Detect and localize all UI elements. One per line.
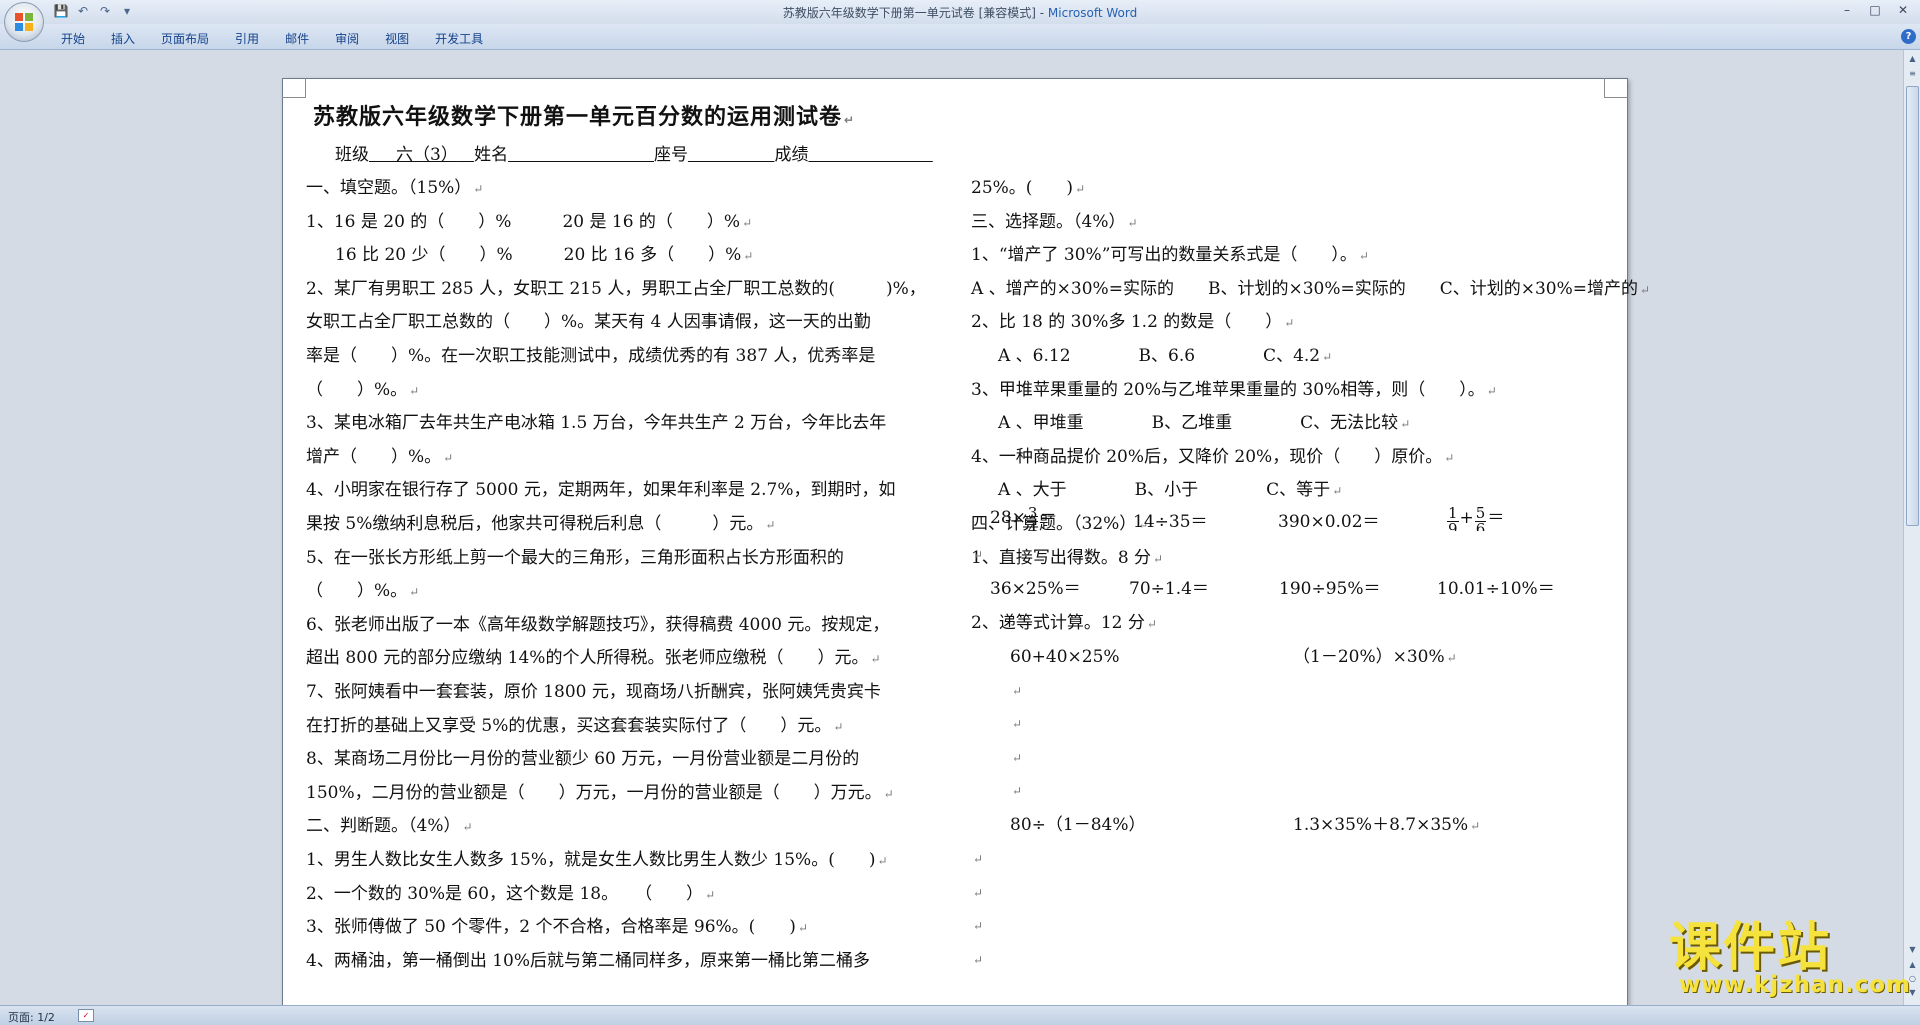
section-step-calc-title: 2、递等式计算。12 分 ↵ [971,613,1157,633]
tab-insert[interactable]: 插入 [98,28,148,48]
doc-title: 苏教版六年级数学下册第一单元百分数的运用测试卷 ↵ [313,105,856,130]
ribbon-tab-bar: 开始 插入 页面布局 引用 邮件 审阅 视图 开发工具 ? [0,24,1920,50]
ruler-toggle-icon[interactable]: ≡ [1906,67,1919,80]
help-icon[interactable]: ? [1901,29,1916,44]
calc-row-1: 28× 3 4 ＝ [990,504,1057,532]
watermark-logo: 课件站 www.kjzhan.com [1665,918,1910,1000]
office-logo-icon [15,13,33,31]
watermark-url: www.kjzhan.com [1679,972,1911,998]
right-text-line: 3、甲堆苹果重量的 20%与乙堆苹果重量的 30%相等，则（ ）。 ↵ [971,379,1497,400]
step-calc-4: 1.3×35%＋8.7×35% ↵ [1293,815,1481,835]
left-text-line: 1、男生人数比女生人数多 15%，就是女生人数比男生人数少 15%。( ) ↵ [306,850,888,870]
calc-item-2: 14÷35＝ [1133,512,1208,532]
paragraph-mark: ↵ [973,886,984,900]
crop-mark [1604,78,1628,98]
step-calc-2: （1－20%）×30% ↵ [1293,647,1457,667]
calc-row-2-item-4: 10.01÷10%＝ [1437,579,1555,599]
scroll-up-icon[interactable]: ▲ [1906,52,1919,65]
right-text-line: A 、甲堆重 B、乙堆重 C、无法比较 ↵ [998,413,1411,434]
left-text-line: 5、在一张长方形纸上剪一个最大的三角形，三角形面积占长方形面积的 [306,547,844,568]
left-text-line: 16 比 20 少（ ）% 20 比 16 多（ ）% ↵ [335,245,754,266]
left-text-line: 果按 5%缴纳利息税后，他家共可得税后利息（ ）元。 ↵ [306,514,776,534]
tab-page-layout[interactable]: 页面布局 [148,28,222,48]
left-text-line: 2、某厂有男职工 285 人，女职工 215 人，男职工占全厂职工总数的( )%… [306,278,926,299]
tab-review[interactable]: 审阅 [322,28,372,48]
calc-row-2-item-3: 190÷95%＝ [1279,579,1381,599]
right-text-line: A 、增产的×30%=实际的 B、计划的×30%=实际的 C、计划的×30%=增… [971,278,1651,299]
calc-item-1: 28× 3 4 ＝ [990,504,1057,532]
maximize-button[interactable]: □ [1864,2,1886,18]
close-button[interactable]: ✕ [1892,2,1914,18]
left-text-line: 3、某电冰箱厂去年共生产电冰箱 1.5 万台，今年共生产 2 万台，今年比去年 [306,413,887,434]
page-count[interactable]: 页面: 1/2 [8,1009,55,1025]
paragraph-mark: ↵ [1012,751,1023,765]
ribbon-tabs: 开始 插入 页面布局 引用 邮件 审阅 视图 开发工具 [48,28,496,48]
crop-mark [282,78,306,98]
left-text-line: 率是（ ）%。在一次职工技能测试中，成绩优秀的有 387 人，优秀率是 [306,346,876,366]
paragraph-mark: ↵ [973,852,984,866]
scroll-thumb[interactable] [1906,86,1919,526]
scroll-down-icon[interactable]: ▼ [1906,943,1919,956]
right-text-line: 三、选择题。（4%） ↵ [971,211,1138,232]
window-title: 苏教版六年级数学下册第一单元试卷 [兼容模式] - Microsoft Word [0,4,1920,21]
left-text-line: 4、两桶油，第一桶倒出 10%后就与第二桶同样多，原来第一桶比第二桶多 [306,950,871,971]
calc-item-3: 390×0.02＝ [1278,512,1380,532]
right-text-line: 25%。( ) ↵ [971,178,1086,198]
left-text-line: 150%，二月份的营业额是（ ）万元，一月份的营业额是（ ）万元。 ↵ [306,782,894,803]
left-text-line: 8、某商场二月份比一月份的营业额少 60 万元，一月份营业额是二月份的 [306,749,860,770]
vertical-scrollbar[interactable]: ▲ ≡ ▼ ▲ ○ ▼ [1903,50,1920,1005]
calc-row-2-item-2: 70÷1.4＝ [1129,579,1209,599]
minimize-button[interactable]: – [1836,2,1858,18]
left-text-line: 女职工占全厂职工总数的（ ）%。某天有 4 人因事请假，这一天的出勤 [306,312,871,333]
paragraph-mark: ↵ [1012,684,1023,698]
right-text-line: 2、比 18 的 30%多 1.2 的数是（ ） ↵ [971,312,1295,333]
app-name: Microsoft Word [1047,6,1138,20]
left-text-line: 6、张老师出版了一本《高年级数学解题技巧》，获得稿费 4000 元。按规定， [306,614,890,635]
prev-page-icon[interactable]: ▲ [1906,958,1919,971]
tab-view[interactable]: 视图 [372,28,422,48]
title-bar: 💾 ↶ ↷ ▾ 苏教版六年级数学下册第一单元试卷 [兼容模式] - Micros… [0,0,1920,24]
calc-item-4: 1 9 +5 6 ＝ [1447,504,1505,531]
office-button[interactable] [4,2,44,42]
right-text-line: 4、一种商品提价 20%后，又降价 20%，现价（ ）原价。 ↵ [971,446,1455,467]
right-text-line: 1、直接写出得数。8 分 ↵ [971,547,1164,568]
left-text-line: 在打折的基础上又享受 5%的优惠，买这套套装实际付了（ ）元。 ↵ [306,715,844,736]
document-page[interactable]: 苏教版六年级数学下册第一单元百分数的运用测试卷 ↵ 班级 六（3） 姓名 座号 成… [282,78,1650,1008]
paragraph-mark: ↵ [1012,717,1023,731]
student-info-line: 班级 六（3） 姓名 座号 成绩 [335,145,809,165]
calc-row-2-item-1: 36×25%＝ [990,579,1081,599]
left-text-line: （ ）%。 ↵ [306,379,420,400]
document-title-text: 苏教版六年级数学下册第一单元试卷 [兼容模式] - [782,6,1048,20]
left-text-line: （ ）%。 ↵ [306,581,420,602]
tab-references[interactable]: 引用 [222,28,272,48]
left-text-line: 1、16 是 20 的（ ）% 20 是 16 的（ ）% ↵ [306,211,753,232]
left-text-line: 2、一个数的 30%是 60，这个数是 18。 （ ） ↵ [306,883,716,904]
left-text-line: 二、判断题。（4%） ↵ [306,816,473,837]
tab-home[interactable]: 开始 [48,28,98,48]
window-controls: – □ ✕ [1836,2,1914,18]
left-text-line: 一、填空题。（15%） ↵ [306,178,484,198]
right-text-line: A 、6.12 B、6.6 C、4.2 ↵ [998,346,1333,366]
tab-mailings[interactable]: 邮件 [272,28,322,48]
left-text-line: 7、张阿姨看中一套套装，原价 1800 元，现商场八折酬宾，张阿姨凭贵宾卡 [306,682,881,702]
right-text-line: A 、大于 B、小于 C、等于 ↵ [998,480,1343,501]
paragraph-mark: ↵ [973,919,984,933]
paragraph-mark: ↵ [973,953,984,967]
left-text-line: 3、张师傅做了 50 个零件，2 个不合格，合格率是 96%。( ) ↵ [306,917,808,938]
step-calc-3: 80÷（1－84%） [1010,815,1146,835]
paragraph-mark: ↵ [973,548,984,562]
left-text-line: 4、小明家在银行存了 5000 元，定期两年，如果年利率是 2.7%，到期时，如 [306,480,896,501]
proofing-icon[interactable]: ✓ [78,1009,94,1022]
left-text-line: 增产（ ）%。 ↵ [306,446,454,467]
left-text-line: 超出 800 元的部分应缴纳 14%的个人所得税。张老师应缴税（ ）元。 ↵ [306,648,881,669]
status-bar: 页面: 1/2 ✓ [0,1005,1920,1025]
step-calc-1: 60+40×25% [1010,647,1120,667]
paragraph-mark: ↵ [1012,784,1023,798]
watermark-text: 课件站 [1669,918,1832,978]
right-text-line: 1、“增产了 30%”可写出的数量关系式是（ ）。 ↵ [971,245,1369,266]
tab-developer[interactable]: 开发工具 [422,28,496,48]
